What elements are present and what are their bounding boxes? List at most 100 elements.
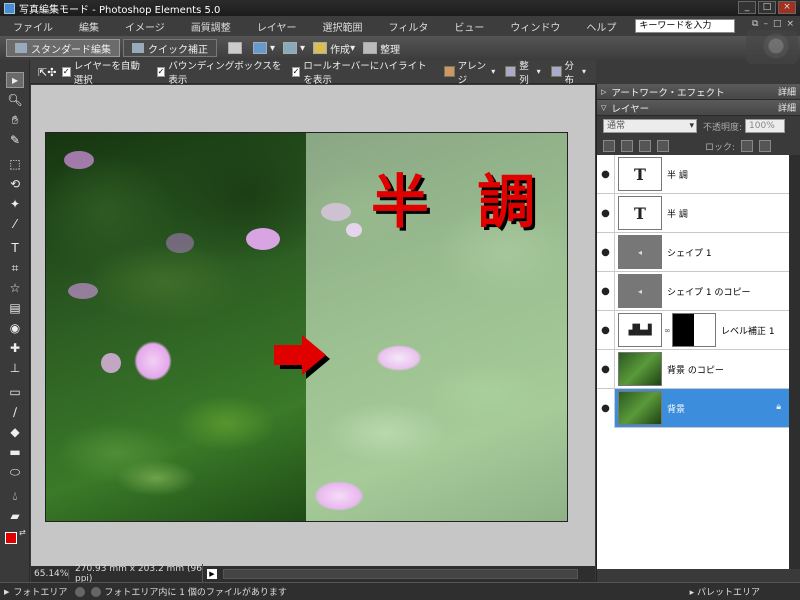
visibility-eye-icon[interactable]: ● bbox=[597, 154, 615, 194]
visibility-eye-icon[interactable]: ● bbox=[597, 271, 615, 311]
play-icon[interactable]: ▶ bbox=[207, 569, 217, 579]
menu-edit[interactable]: 編集 bbox=[66, 19, 112, 34]
link-layer-icon[interactable] bbox=[657, 140, 669, 152]
doc-maximize-icon[interactable]: □ bbox=[773, 19, 782, 29]
move-tool-icon[interactable]: ▸ bbox=[6, 72, 24, 88]
layer-row[interactable]: ● T 半 調 bbox=[597, 193, 789, 233]
zoom-level[interactable]: 65.14% bbox=[31, 569, 69, 579]
layer-row-selected[interactable]: ● 背景 🔒︎ bbox=[597, 388, 789, 428]
arrange-menu[interactable]: アレンジ ▾ bbox=[443, 58, 495, 86]
tile-icon[interactable]: ⧉ bbox=[752, 19, 758, 29]
visibility-eye-icon[interactable]: ● bbox=[597, 388, 615, 428]
menu-file[interactable]: ファイル bbox=[0, 19, 66, 34]
expand-triangle-icon[interactable]: ▷ bbox=[601, 88, 606, 96]
print-button[interactable] bbox=[228, 42, 245, 54]
artwork-effects-header[interactable]: ▷ アートワーク・エフェクト 詳細 bbox=[597, 84, 800, 100]
order-prints-button[interactable]: ▾ bbox=[253, 42, 275, 54]
layer-row[interactable]: ● ◂ シェイプ 1 のコピー bbox=[597, 271, 789, 311]
rollover-label: ロールオーバーにハイライトを表示 bbox=[303, 60, 427, 86]
layers-header[interactable]: ▽ レイヤー 詳細 bbox=[597, 100, 800, 116]
document-size: 270.93 mm x 203.2 mm (96 ppi) bbox=[69, 564, 203, 584]
paint-bucket-tool-icon[interactable]: ◆ bbox=[6, 424, 24, 440]
hand-tool-icon[interactable]: ✋︎ bbox=[6, 112, 24, 128]
cookie-cutter-tool-icon[interactable]: ☆ bbox=[6, 280, 24, 296]
rollover-checkbox[interactable]: ✓ ロールオーバーにハイライトを表示 bbox=[291, 58, 434, 86]
photo-bin-label[interactable]: フォトエリア bbox=[13, 585, 67, 598]
next-icon[interactable] bbox=[91, 586, 102, 597]
layer-row[interactable]: ● ▟▙▟ ∞ レベル補正 1 bbox=[597, 310, 789, 350]
shape-tool-icon[interactable]: ⬭ bbox=[6, 464, 24, 480]
blur-tool-icon[interactable]: 💧︎ bbox=[6, 488, 24, 504]
horizontal-scrollbar[interactable] bbox=[223, 569, 578, 579]
visibility-eye-icon[interactable]: ● bbox=[597, 310, 615, 350]
swap-colors-icon[interactable]: ⇄ bbox=[19, 528, 26, 537]
close-button[interactable]: × bbox=[778, 1, 796, 14]
lock-all-icon[interactable] bbox=[759, 140, 772, 152]
layers-more-button[interactable]: 詳細 bbox=[778, 101, 796, 114]
blend-mode-select[interactable]: 通常 bbox=[603, 119, 697, 133]
photo-bin-toggle-icon[interactable]: ▶ bbox=[4, 588, 9, 596]
magic-wand-tool-icon[interactable]: ✦ bbox=[6, 196, 24, 212]
red-eye-tool-icon[interactable]: ◉ bbox=[6, 320, 24, 336]
lock-transparency-icon[interactable] bbox=[741, 140, 754, 152]
visibility-eye-icon[interactable]: ● bbox=[597, 193, 615, 233]
new-layer-icon[interactable] bbox=[603, 140, 615, 152]
standard-edit-tab[interactable]: スタンダード編集 bbox=[6, 39, 120, 57]
brush-tool-icon[interactable]: ∕ bbox=[6, 404, 24, 420]
doc-close-icon[interactable]: × bbox=[786, 19, 794, 29]
menu-filter[interactable]: フィルタ bbox=[376, 19, 442, 34]
zoom-tool-icon[interactable]: 🔍︎ bbox=[6, 92, 24, 108]
palette-bin-toggle[interactable]: ▸ パレットエリア bbox=[690, 585, 760, 598]
menu-view[interactable]: ビュー bbox=[441, 19, 497, 34]
image-canvas[interactable]: 半 調 bbox=[45, 132, 568, 522]
delete-layer-icon[interactable] bbox=[639, 140, 651, 152]
layer-row[interactable]: ● ◂ シェイプ 1 bbox=[597, 232, 789, 272]
distribute-menu[interactable]: 分布 ▾ bbox=[550, 58, 586, 86]
healing-brush-tool-icon[interactable]: ✚ bbox=[6, 340, 24, 356]
layers-vertical-scrollbar[interactable] bbox=[789, 155, 800, 569]
crop-tool-icon[interactable]: ⌗ bbox=[6, 260, 24, 276]
chain-link-icon[interactable]: ∞ bbox=[664, 326, 672, 335]
menu-image[interactable]: イメージ bbox=[112, 19, 178, 34]
artwork-more-button[interactable]: 詳細 bbox=[778, 85, 796, 98]
marquee-tool-icon[interactable]: ⬚ bbox=[6, 156, 24, 172]
quick-fix-tab[interactable]: クイック補正 bbox=[123, 39, 217, 57]
bounding-box-checkbox[interactable]: ✓ バウンディングボックスを表示 bbox=[156, 58, 282, 86]
auto-select-checkbox[interactable]: ✓ レイヤーを自動選択 bbox=[61, 58, 147, 86]
selection-brush-tool-icon[interactable]: ⁄ bbox=[6, 216, 24, 232]
sponge-tool-icon[interactable]: ▰ bbox=[6, 508, 24, 524]
flower bbox=[68, 283, 98, 299]
straighten-tool-icon[interactable]: ▤ bbox=[6, 300, 24, 316]
doc-minimize-icon[interactable]: – bbox=[763, 19, 768, 29]
opacity-input[interactable]: 100% bbox=[745, 119, 786, 133]
menu-window[interactable]: ウィンドウ bbox=[497, 19, 573, 34]
align-menu[interactable]: 整列 ▾ bbox=[505, 58, 541, 86]
adjustment-layer-icon[interactable] bbox=[621, 140, 633, 152]
menu-help[interactable]: ヘルプ bbox=[573, 19, 629, 34]
document-canvas-area[interactable]: 半 調 bbox=[31, 85, 595, 566]
checkbox-checked-icon: ✓ bbox=[156, 66, 166, 77]
eraser-tool-icon[interactable]: ▭ bbox=[6, 384, 24, 400]
menu-enhance[interactable]: 画質調整 bbox=[178, 19, 244, 34]
layer-tools-row: ロック: bbox=[597, 136, 800, 156]
foreground-color-swatch[interactable] bbox=[5, 532, 17, 544]
share-button[interactable]: ▾ bbox=[283, 42, 305, 54]
layer-row[interactable]: ● 背景 のコピー bbox=[597, 349, 789, 389]
collapse-triangle-icon[interactable]: ▽ bbox=[601, 104, 606, 112]
eyedropper-tool-icon[interactable]: ✎ bbox=[6, 132, 24, 148]
visibility-eye-icon[interactable]: ● bbox=[597, 349, 615, 389]
organize-button[interactable]: 整理 bbox=[363, 41, 400, 56]
visibility-eye-icon[interactable]: ● bbox=[597, 232, 615, 272]
layer-row[interactable]: ● T 半 調 bbox=[597, 154, 789, 194]
type-tool-icon[interactable]: T bbox=[6, 240, 24, 256]
previous-icon[interactable] bbox=[75, 586, 86, 597]
menu-select[interactable]: 選択範囲 bbox=[310, 19, 376, 34]
menu-layer[interactable]: レイヤー bbox=[244, 19, 310, 34]
create-button[interactable]: 作成 ▾ bbox=[313, 41, 355, 56]
minimize-button[interactable]: _ bbox=[738, 1, 756, 14]
lasso-tool-icon[interactable]: ⟲ bbox=[6, 176, 24, 192]
gradient-tool-icon[interactable]: ▬ bbox=[6, 444, 24, 460]
help-search-input[interactable]: キーワードを入力 bbox=[635, 19, 736, 33]
clone-stamp-tool-icon[interactable]: ⊥ bbox=[6, 360, 24, 376]
maximize-button[interactable]: □ bbox=[758, 1, 776, 14]
